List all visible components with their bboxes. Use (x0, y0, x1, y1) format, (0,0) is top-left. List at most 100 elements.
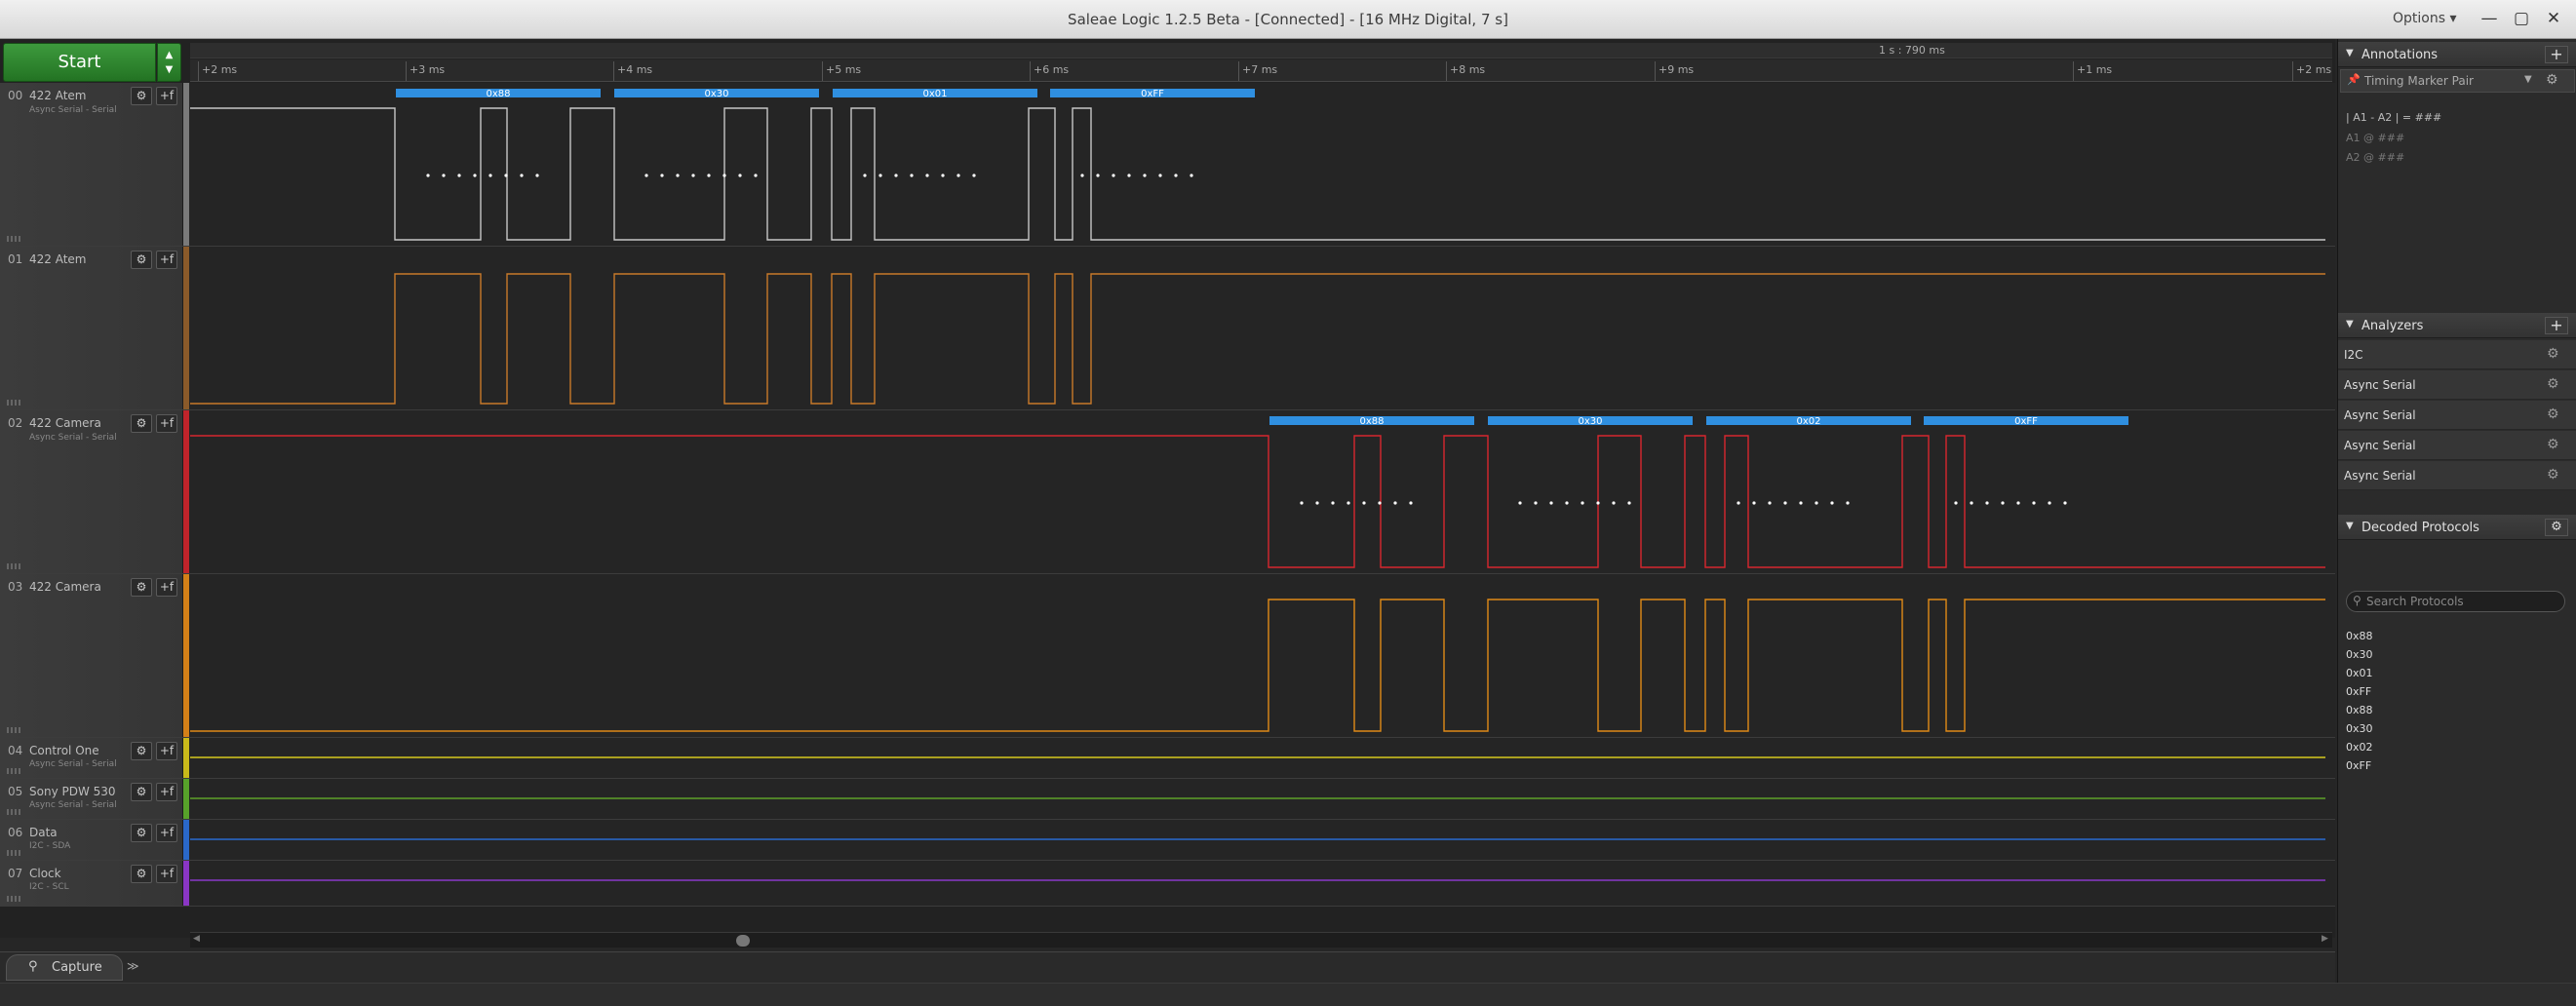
decoded-item[interactable]: 0x01 (2346, 667, 2373, 679)
ch0-sample-dot (878, 174, 882, 177)
ch0-sample-dot (1158, 174, 1162, 177)
collapse-triangle-icon[interactable]: ▼ (2346, 521, 2354, 531)
channel-settings-button[interactable]: ⚙ (131, 742, 152, 760)
channel-header[interactable]: 03 422 Camera ⚙ +f (0, 574, 183, 737)
decoded-item[interactable]: 0x88 (2346, 630, 2373, 642)
channel-header[interactable]: 02 422 Camera Async Serial - Serial ⚙ +f (0, 410, 183, 573)
options-menu[interactable]: Options ▾ (2393, 11, 2457, 26)
analyzer-item[interactable]: Async Serial ⚙ (2338, 370, 2576, 400)
channel-header[interactable]: 01 422 Atem ⚙ +f (0, 247, 183, 409)
timing-marker-pair[interactable]: 📌 Timing Marker Pair ▼ ⚙ (2340, 69, 2575, 93)
horizontal-scrollbar[interactable]: ◀ ▶ (190, 932, 2332, 948)
channel-name[interactable]: 422 Atem (29, 89, 87, 102)
add-analyzer-button[interactable]: + (2545, 317, 2568, 334)
gear-icon[interactable]: ⚙ (2547, 376, 2559, 392)
add-annotation-button[interactable]: + (2545, 46, 2568, 63)
dropdown-arrow-icon[interactable]: ▼ (2524, 74, 2532, 85)
collapse-triangle-icon[interactable]: ▼ (2346, 48, 2354, 58)
close-button[interactable]: ✕ (2539, 6, 2568, 31)
channel-trigger-button[interactable]: +f (156, 824, 177, 842)
gear-icon: ⚙ (136, 252, 147, 266)
collapse-triangle-icon[interactable]: ▼ (2346, 319, 2354, 329)
decoded-protocols-header[interactable]: ▼ Decoded Protocols ⚙ (2338, 515, 2576, 540)
channel-settings-button[interactable]: ⚙ (131, 783, 152, 801)
channel-settings-button[interactable]: ⚙ (131, 414, 152, 433)
decoded-item[interactable]: 0x30 (2346, 648, 2373, 661)
drag-handle[interactable] (7, 236, 20, 242)
channel-header[interactable]: 06 Data I2C - SDA ⚙ +f (0, 820, 183, 860)
drag-handle[interactable] (7, 809, 20, 815)
channel-trigger-button[interactable]: +f (156, 578, 177, 597)
waveform-display[interactable]: 0x88 0x30 0x01 0xFF 0x88 0x30 0x02 0xFF (190, 83, 2332, 907)
more-tabs-button[interactable]: ≫ (127, 959, 139, 973)
annotations-header[interactable]: ▼ Annotations + (2338, 42, 2576, 67)
channel-name[interactable]: 422 Camera (29, 416, 101, 430)
decoded-item[interactable]: 0xFF (2346, 759, 2371, 772)
channel-settings-button[interactable]: ⚙ (131, 865, 152, 883)
channel-header[interactable]: 00 422 Atem Async Serial - Serial ⚙ +f (0, 83, 183, 246)
channel-trigger-button[interactable]: +f (156, 414, 177, 433)
time-ruler-top[interactable]: 1 s : 790 ms (190, 43, 2332, 58)
channel-settings-button[interactable]: ⚙ (131, 578, 152, 597)
gear-icon[interactable]: ⚙ (2547, 406, 2559, 422)
channel-header[interactable]: 04 Control One Async Serial - Serial ⚙ +… (0, 738, 183, 778)
scrollbar-thumb[interactable] (736, 935, 750, 947)
channel-header[interactable]: 05 Sony PDW 530 Async Serial - Serial ⚙ … (0, 779, 183, 819)
decoded-settings-button[interactable]: ⚙ (2545, 519, 2568, 536)
decoded-item[interactable]: 0xFF (2346, 685, 2371, 698)
start-options-button[interactable]: ▲ ▼ (157, 43, 181, 82)
search-input[interactable] (2366, 594, 2556, 609)
channel-trigger-button[interactable]: +f (156, 251, 177, 269)
ch2-sample-dot (1534, 501, 1538, 505)
channel-trigger-button[interactable]: +f (156, 783, 177, 801)
channel-name[interactable]: Data (29, 826, 58, 839)
channel-trigger-button[interactable]: +f (156, 865, 177, 883)
ch0-bubble-label: 0x30 (704, 89, 728, 99)
drag-handle[interactable] (7, 400, 20, 406)
time-tick: +7 ms (1237, 61, 1278, 81)
start-button[interactable]: Start (3, 43, 156, 82)
analyzers-header[interactable]: ▼ Analyzers + (2338, 313, 2576, 338)
drag-handle[interactable] (7, 850, 20, 856)
channel-settings-button[interactable]: ⚙ (131, 251, 152, 269)
ch0-sample-dot (504, 174, 508, 177)
ch2-sample-dot (2001, 501, 2005, 505)
channel-trigger-button[interactable]: +f (156, 87, 177, 105)
analyzer-item[interactable]: Async Serial ⚙ (2338, 401, 2576, 430)
search-box[interactable]: ⚲ (2346, 591, 2565, 612)
channel-header[interactable]: 07 Clock I2C - SCL ⚙ +f (0, 861, 183, 906)
channel-settings-button[interactable]: ⚙ (131, 87, 152, 105)
gear-icon[interactable]: ⚙ (2547, 467, 2559, 483)
maximize-button[interactable]: ▢ (2507, 6, 2536, 31)
analyzer-item[interactable]: Async Serial ⚙ (2338, 431, 2576, 460)
capture-tab[interactable]: ⚲ Capture (6, 954, 123, 981)
channel-name[interactable]: Control One (29, 744, 99, 757)
marker-a2: A2 @ ### (2346, 151, 2405, 164)
trigger-icon: +f (159, 89, 175, 102)
gear-icon[interactable]: ⚙ (2547, 346, 2559, 362)
minimize-button[interactable]: — (2475, 6, 2504, 31)
ch0-sample-dot (1080, 174, 1084, 177)
decoded-item[interactable]: 0x30 (2346, 722, 2373, 735)
channel-name[interactable]: Clock (29, 867, 61, 880)
channel-number: 03 (8, 580, 23, 594)
decoded-item[interactable]: 0x88 (2346, 704, 2373, 716)
channel-name[interactable]: Sony PDW 530 (29, 785, 116, 798)
gear-icon[interactable]: ⚙ (2546, 72, 2558, 88)
scroll-left-icon[interactable]: ◀ (193, 934, 200, 944)
channel-name[interactable]: 422 Camera (29, 580, 101, 594)
drag-handle[interactable] (7, 563, 20, 569)
analyzer-item[interactable]: I2C ⚙ (2338, 340, 2576, 369)
channel-settings-button[interactable]: ⚙ (131, 824, 152, 842)
drag-handle[interactable] (7, 727, 20, 733)
ch2-bubble-label: 0x88 (1359, 416, 1384, 427)
analyzer-item[interactable]: Async Serial ⚙ (2338, 461, 2576, 490)
drag-handle[interactable] (7, 768, 20, 774)
scroll-right-icon[interactable]: ▶ (2322, 934, 2328, 944)
drag-handle[interactable] (7, 896, 20, 902)
time-ruler[interactable]: +2 ms +3 ms +4 ms +5 ms +6 ms +7 ms +8 m… (190, 59, 2332, 82)
channel-name[interactable]: 422 Atem (29, 252, 87, 266)
channel-trigger-button[interactable]: +f (156, 742, 177, 760)
decoded-item[interactable]: 0x02 (2346, 741, 2373, 754)
gear-icon[interactable]: ⚙ (2547, 437, 2559, 452)
